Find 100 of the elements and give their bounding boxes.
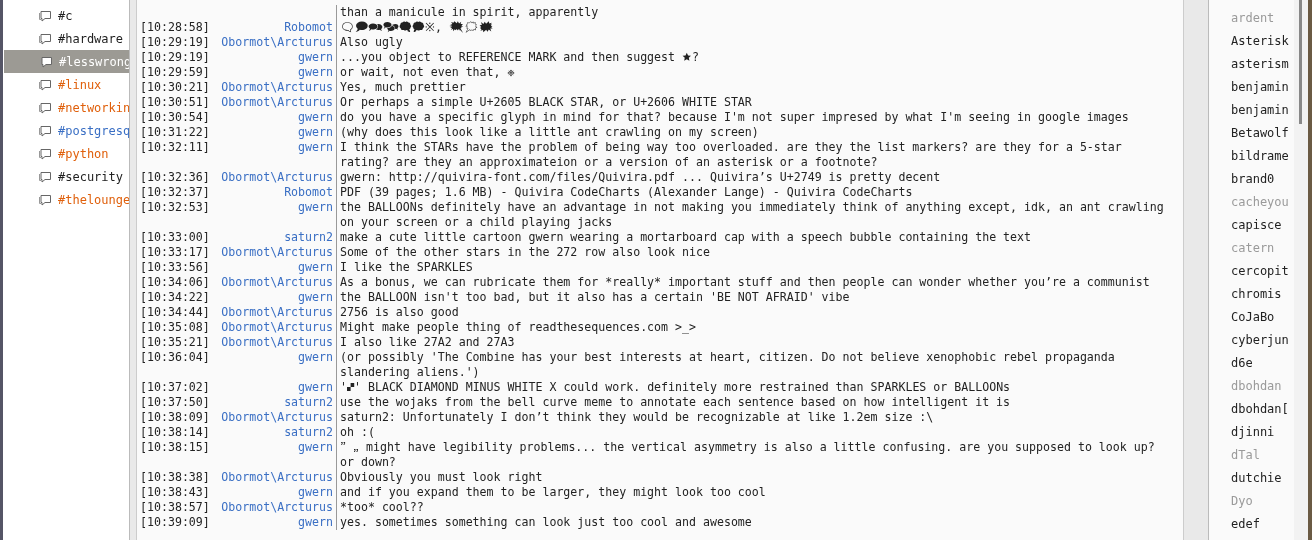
timestamp: [10:38:15]: [139, 440, 211, 456]
timestamp: [10:37:02]: [139, 380, 211, 395]
nickname[interactable]: Obormot\Arcturus: [216, 320, 336, 335]
timestamp: [10:30:54]: [139, 110, 211, 125]
nickname[interactable]: Robomot: [216, 185, 336, 200]
user-item[interactable]: dbohdan: [1231, 375, 1294, 398]
channel-item[interactable]: #networkin: [3, 96, 129, 119]
nickname[interactable]: gwern: [216, 350, 336, 380]
user-item[interactable]: benjamin: [1231, 76, 1294, 99]
message-text: As a bonus, we can rubricate them for *really* important stuff and then people can wonder whether you’re a communist: [336, 275, 1168, 290]
nickname[interactable]: gwern: [216, 290, 336, 305]
nickname[interactable]: gwern: [216, 125, 336, 140]
timestamp: [10:32:53]: [139, 200, 211, 216]
user-item[interactable]: benjamin: [1231, 99, 1294, 122]
message-text: saturn2: Unfortunately I don’t think they would be recognizable at like 1.2em size :\: [336, 410, 1168, 425]
nickname[interactable]: gwern: [216, 485, 336, 500]
nickname[interactable]: Obormot\Arcturus: [216, 80, 336, 95]
timestamp: [10:33:17]: [139, 245, 211, 260]
channel-item[interactable]: #postgresq: [3, 119, 129, 142]
scrollbar[interactable]: [1294, 0, 1308, 540]
nickname[interactable]: Obormot\Arcturus: [216, 170, 336, 185]
timestamp: [10:30:21]: [139, 80, 211, 95]
message-text: '🙾' BLACK DIAMOND MINUS WHITE X could work. definitely more restrained than SPARKLES or BALLOONs: [336, 380, 1168, 395]
user-item[interactable]: dbohdan[: [1231, 398, 1294, 421]
nickname[interactable]: gwern: [216, 65, 336, 80]
nickname[interactable]: Obormot\Arcturus: [216, 470, 336, 485]
timestamp: [10:38:38]: [139, 470, 211, 485]
user-item[interactable]: d6e: [1231, 352, 1294, 375]
nickname[interactable]: Obormot\Arcturus: [216, 335, 336, 350]
channel-item[interactable]: #security: [3, 165, 129, 188]
message-text: use the wojaks from the bell curve meme to annotate each sentence based on how intelligent it is: [336, 395, 1168, 410]
message-text: 🙷 🙸 might have legibility problems... the vertical asymmetry is also a little confusing. are you supposed to look up? or down?: [336, 440, 1168, 470]
user-item[interactable]: Dyo: [1231, 490, 1294, 513]
user-item[interactable]: dutchie: [1231, 467, 1294, 490]
timestamp: [10:32:37]: [139, 185, 211, 200]
channel-item[interactable]: #hardware: [3, 27, 129, 50]
nickname[interactable]: gwern: [216, 380, 336, 395]
timestamp: [10:37:50]: [139, 395, 211, 410]
nickname[interactable]: saturn2: [216, 395, 336, 410]
user-item[interactable]: djinni: [1231, 421, 1294, 444]
nickname[interactable]: Obormot\Arcturus: [216, 410, 336, 425]
timestamp: [10:39:09]: [139, 515, 211, 530]
nickname[interactable]: Obormot\Arcturus: [216, 500, 336, 515]
timestamp: [10:32:36]: [139, 170, 211, 185]
channel-item[interactable]: #linux: [3, 73, 129, 96]
user-item[interactable]: Asterisk: [1231, 30, 1294, 53]
message-text: Obviously you must look right: [336, 470, 1168, 485]
timestamp: [10:34:22]: [139, 290, 211, 305]
user-item[interactable]: Betawolf: [1231, 122, 1294, 145]
nickname[interactable]: Obormot\Arcturus: [216, 35, 336, 50]
timestamp: [10:31:22]: [139, 125, 211, 140]
user-item[interactable]: edef: [1231, 513, 1294, 536]
user-item[interactable]: catern: [1231, 237, 1294, 260]
nickname[interactable]: gwern: [216, 110, 336, 125]
user-item[interactable]: dTal: [1231, 444, 1294, 467]
nickname[interactable]: gwern: [216, 200, 336, 230]
message-text: (why does this look like a little ant crawling on my screen): [336, 125, 1168, 140]
user-item[interactable]: chromis: [1231, 283, 1294, 306]
message-text: 🗨🗩🗪🗫🗬🗭※, 🗮🗯🗰: [336, 20, 1168, 35]
nickname[interactable]: Obormot\Arcturus: [216, 245, 336, 260]
message-text: *too* cool??: [336, 500, 1168, 515]
user-item[interactable]: cyberjun: [1231, 329, 1294, 352]
message-text: than a manicule in spirit, apparently: [336, 5, 1168, 20]
user-item[interactable]: cercopit: [1231, 260, 1294, 283]
message-text: Might make people thing of readthesequences.com >_>: [336, 320, 1168, 335]
user-item[interactable]: capisce: [1231, 214, 1294, 237]
nickname[interactable]: saturn2: [216, 230, 336, 245]
nickname[interactable]: saturn2: [216, 425, 336, 440]
channel-item[interactable]: #c: [3, 4, 129, 27]
message-text: and if you expand them to be larger, they might look too cool: [336, 485, 1168, 500]
channel-item[interactable]: #thelounge: [3, 188, 129, 211]
message-text: Or perhaps a simple U+2605 BLACK STAR, or U+2606 WHITE STAR: [336, 95, 1168, 110]
timestamp: [10:35:21]: [139, 335, 211, 350]
timestamp: [10:38:14]: [139, 425, 211, 440]
nickname[interactable]: Obormot\Arcturus: [216, 305, 336, 320]
timestamp: [10:34:44]: [139, 305, 211, 320]
nickname[interactable]: gwern: [216, 440, 336, 470]
user-item[interactable]: ardent: [1231, 7, 1294, 30]
timestamp: [10:29:19]: [139, 35, 211, 50]
nickname[interactable]: Robomot: [216, 20, 336, 35]
message-text: (or possibly 'The Combine has your best interests at heart, citizen. Do not believe xenophobic rebel propaganda slandering aliens.'): [336, 350, 1168, 380]
timestamp: [10:30:51]: [139, 95, 211, 110]
nickname[interactable]: Obormot\Arcturus: [216, 275, 336, 290]
message-text: Yes, much prettier: [336, 80, 1168, 95]
message-text: or wait, not even that, ❉: [336, 65, 1168, 80]
nickname[interactable]: gwern: [216, 50, 336, 65]
nickname[interactable]: gwern: [216, 260, 336, 275]
message-text: oh :(: [336, 425, 1168, 440]
user-item[interactable]: bildrame: [1231, 145, 1294, 168]
message-text: I like the SPARKLES: [336, 260, 1168, 275]
nickname[interactable]: gwern: [216, 140, 336, 170]
user-item[interactable]: asterism: [1231, 53, 1294, 76]
user-item[interactable]: brand0: [1231, 168, 1294, 191]
channel-item[interactable]: #python: [3, 142, 129, 165]
nickname[interactable]: Obormot\Arcturus: [216, 95, 336, 110]
timestamp: [10:29:19]: [139, 50, 211, 65]
user-item[interactable]: cacheyou: [1231, 191, 1294, 214]
user-item[interactable]: CoJaBo: [1231, 306, 1294, 329]
nickname[interactable]: gwern: [216, 515, 336, 530]
message-text: I think the STARs have the problem of being way too overloaded. are they the list markers? are they for a 5-star rating? are they an approximateion or a version of an asterisk or a footnote?: [336, 140, 1168, 170]
